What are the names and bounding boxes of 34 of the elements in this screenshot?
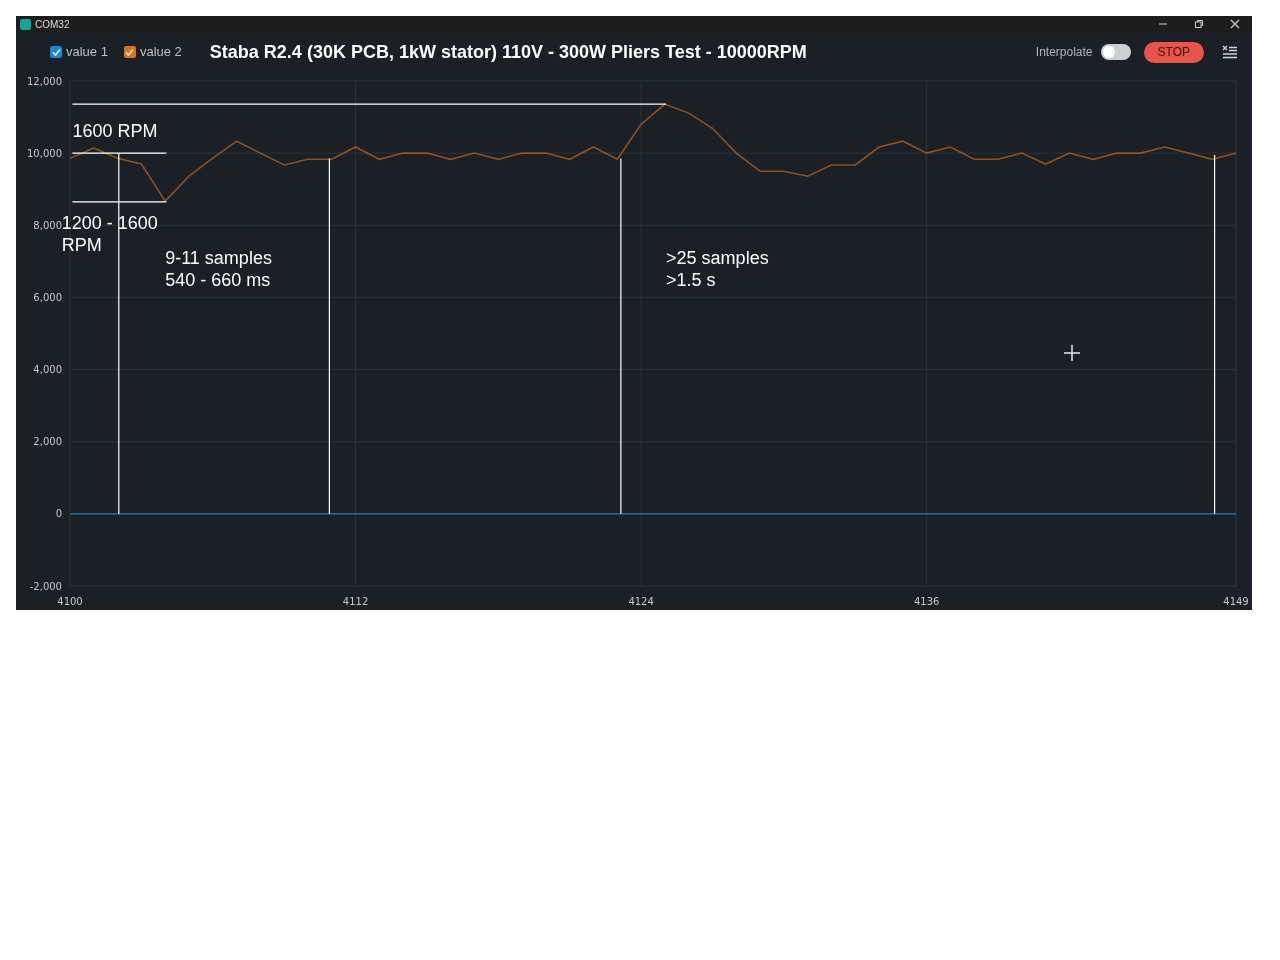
- toggle-label: Interpolate: [1035, 44, 1093, 61]
- x-axis-label: 4149: [1223, 596, 1249, 607]
- y-axis-label: 6,000: [33, 291, 62, 303]
- restore-icon[interactable]: [1194, 19, 1204, 29]
- y-axis-label: -2,000: [29, 580, 62, 592]
- annotation-text: RPM: [61, 234, 102, 255]
- annotation-text: 9-11 samples: [165, 247, 272, 268]
- x-axis-label: 4124: [628, 596, 654, 607]
- plot-heading: Staba R2.4 (30K PCB, 1kW stator) 110V - 300W Pliers Test - 10000RPM: [209, 40, 807, 64]
- annotation-text: 1600 RPM: [72, 120, 158, 141]
- annotation-text: 540 - 660 ms: [165, 269, 271, 290]
- x-axis-label: 4112: [342, 596, 369, 607]
- app-icon: [20, 18, 31, 30]
- y-axis-label: 10,000: [27, 147, 62, 159]
- close-icon[interactable]: [1230, 19, 1240, 29]
- window-title: COM32: [35, 17, 70, 32]
- y-axis-label: 8,000: [33, 219, 62, 231]
- checkbox[interactable]: [50, 46, 62, 58]
- annotation-text: >25 samples: [666, 247, 769, 268]
- menu-icon[interactable]: [1222, 45, 1238, 59]
- y-axis-label: 4,000: [33, 364, 62, 376]
- y-axis-label: 12,000: [27, 75, 62, 87]
- x-axis-label: 4100: [57, 596, 83, 607]
- legend-label: value 1: [66, 43, 108, 62]
- x-axis-label: 4136: [913, 596, 940, 607]
- interpolate-toggle[interactable]: [1100, 44, 1131, 60]
- crosshair-cursor-icon: [1063, 344, 1081, 362]
- checkbox[interactable]: [123, 46, 136, 58]
- annotation-text: >1.5 s: [666, 269, 716, 290]
- y-axis-label: 2,000: [33, 436, 62, 448]
- stop-button[interactable]: STOP: [1143, 41, 1204, 63]
- legend-label: value 2: [139, 43, 182, 62]
- annotation-text: 1200 - 1600: [61, 212, 158, 233]
- y-axis-label: 0: [55, 508, 62, 520]
